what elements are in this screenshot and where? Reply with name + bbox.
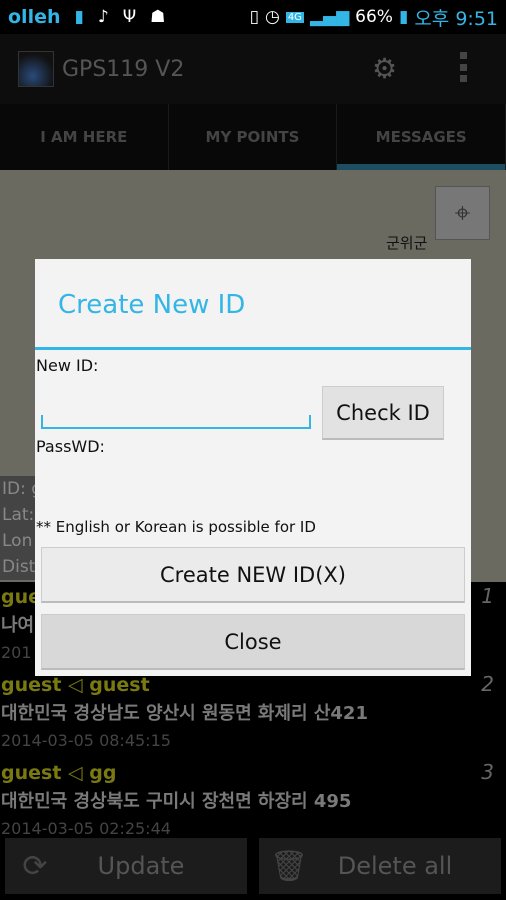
list-item[interactable]: guest ◁ guest 대한민국 경상남도 양산시 원동면 화제리 산421… [0, 670, 506, 758]
usb-battery-icon: ▮ [74, 7, 84, 27]
overflow-menu-icon[interactable] [460, 52, 468, 82]
music-note-icon: ♪ [97, 7, 109, 27]
message-address: 대한민국 경상북도 구미시 장천면 하장리 495 [1, 791, 352, 812]
delete-all-button[interactable]: 🗑 Delete all [259, 838, 501, 894]
input-edge [309, 415, 311, 429]
android-debug-icon: ☗ [150, 7, 166, 27]
new-id-label: New ID: [36, 356, 99, 375]
update-button[interactable]: ⟳ Update [5, 838, 247, 894]
battery-percent: 66% [355, 7, 393, 27]
message-number: 1 [481, 584, 494, 608]
id-note: ** English or Korean is possible for ID [36, 518, 316, 536]
new-id-input[interactable] [41, 389, 311, 429]
create-id-dialog: Create New ID New ID: Check ID PassWD: *… [35, 259, 471, 676]
clock: 오후 9:51 [414, 7, 498, 30]
passwd-label: PassWD: [36, 437, 105, 456]
refresh-icon: ⟳ [22, 848, 48, 884]
usb-icon: Ψ [122, 7, 137, 27]
vibrate-icon: ▯ [249, 7, 259, 27]
tab-my-points[interactable]: MY POINTS [169, 104, 338, 170]
alarm-icon: ◷ [264, 7, 280, 27]
tab-messages[interactable]: MESSAGES [337, 104, 506, 170]
message-number: 3 [481, 760, 494, 784]
bottom-bar: ⟳ Update 🗑 Delete all [0, 838, 506, 900]
passwd-input[interactable] [41, 467, 311, 507]
app-title: GPS119 V2 [62, 56, 185, 82]
tab-bar: I AM HERE MY POINTS MESSAGES [0, 104, 506, 170]
check-id-button[interactable]: Check ID [322, 386, 444, 440]
status-bar: olleh ▮ ♪ Ψ ☗ ▯ ◷ 4G ▂▄▆ 66% ▮ 오후 9:51 [0, 0, 506, 34]
carrier-label: olleh [8, 6, 61, 28]
battery-charging-icon: ▮ [398, 7, 409, 27]
network-4g-icon: 4G [285, 11, 304, 23]
my-location-button[interactable]: ⌖ [435, 186, 490, 240]
dialog-title: Create New ID [35, 259, 471, 350]
gear-icon[interactable]: ⚙ [372, 52, 397, 85]
create-new-id-button[interactable]: Create NEW ID(X) [41, 547, 465, 603]
tab-i-am-here[interactable]: I AM HERE [0, 104, 169, 170]
trash-icon: 🗑 [269, 848, 309, 884]
map-city-label: 군위군 [386, 234, 428, 252]
message-time: 2014-03-05 02:25:44 [1, 819, 171, 838]
signal-icon: ▂▄▆ [309, 7, 350, 27]
message-sender: guest ◁ gg [1, 762, 117, 784]
close-button[interactable]: Close [41, 614, 465, 670]
message-number: 2 [481, 672, 494, 696]
update-label: Update [97, 852, 185, 880]
list-item[interactable]: guest ◁ gg 대한민국 경상북도 구미시 장천면 하장리 495 201… [0, 758, 506, 838]
message-time: 2014-03-05 08:45:15 [1, 731, 171, 750]
action-bar: GPS119 V2 ⚙ [0, 34, 506, 104]
message-address: 대한민국 경상남도 양산시 원동면 화제리 산421 [1, 703, 368, 724]
app-logo[interactable] [18, 51, 54, 87]
input-edge [41, 415, 43, 429]
delete-all-label: Delete all [337, 852, 453, 880]
